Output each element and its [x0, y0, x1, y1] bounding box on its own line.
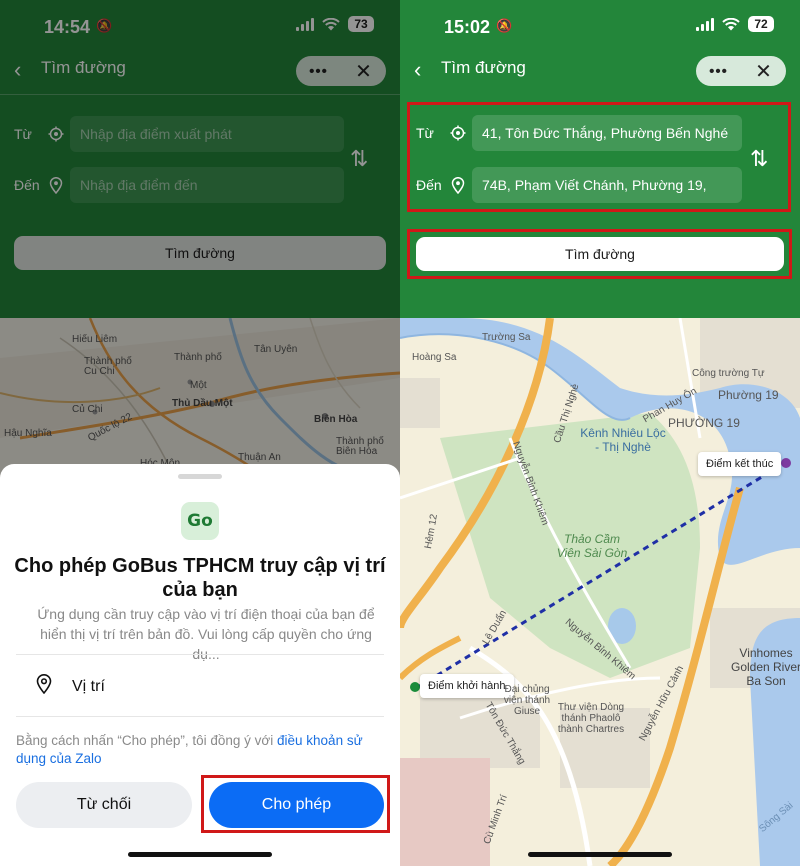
map-label: Công trường Tự — [692, 368, 765, 379]
right-screen: 15:02 🔕 72 ‹ Tìm đường ••• ✕ Từ 41, Tôn … — [400, 0, 800, 866]
terms-prefix: Bằng cách nhấn “Cho phép”, tôi đồng ý vớ… — [16, 733, 278, 748]
home-indicator — [128, 852, 272, 857]
map-view[interactable]: Trường Sa Hoàng Sa Cầu Thị Nghè Phan Huy… — [400, 318, 800, 866]
map-label: Kênh Nhiêu Lộc - Thị Nghè — [580, 426, 666, 454]
status-time: 15:02 — [444, 17, 491, 37]
destination-marker-label[interactable]: Điểm kết thúc — [698, 452, 782, 476]
map-label: Trường Sa — [482, 332, 531, 343]
divider — [16, 716, 384, 717]
map-label: Đại chủng viện thánh Giuse — [503, 684, 551, 717]
bell-muted-icon: 🔕 — [496, 18, 513, 33]
map-label: Thư viện Dòng thánh Phaolô thành Chartre… — [557, 702, 625, 735]
permission-item-location: Vị trí — [36, 674, 105, 699]
sheet-description: Ứng dụng cần truy cập vào vị trí điện th… — [37, 606, 375, 662]
highlight-inputs — [407, 102, 791, 212]
divider — [16, 654, 384, 655]
terms-text: Bằng cách nhấn “Cho phép”, tôi đồng ý vớ… — [16, 732, 388, 768]
close-icon[interactable]: ✕ — [741, 59, 786, 84]
highlight-allow — [201, 775, 390, 833]
left-screen: 14:54 🔕 73 ‹ Tìm đường ••• ✕ Từ Nhập địa… — [0, 0, 400, 866]
signal-icon — [696, 17, 714, 31]
header: 15:02 🔕 72 ‹ Tìm đường ••• ✕ Từ 41, Tôn … — [400, 0, 800, 318]
deny-button[interactable]: Từ chối — [16, 782, 192, 828]
map-label: PHƯỜNG 19 — [668, 416, 740, 430]
map-label: Phường 19 — [718, 388, 779, 402]
map-label: Hoàng Sa — [412, 352, 457, 363]
more-dots-icon[interactable]: ••• — [696, 63, 741, 80]
mini-app-capsule: ••• ✕ — [696, 56, 786, 86]
back-chevron-icon[interactable]: ‹ — [414, 57, 421, 83]
location-pin-icon — [36, 674, 52, 699]
sheet-title: Cho phép GoBus TPHCM truy cập vị trí của… — [14, 555, 386, 601]
status-bar: 15:02 🔕 72 — [400, 0, 800, 50]
highlight-search — [407, 229, 792, 279]
gobus-logo: Go — [181, 502, 219, 540]
permission-label: Vị trí — [72, 677, 105, 695]
map-label: Vinhomes Golden River Ba Son — [730, 646, 800, 688]
nav-bar: ‹ Tìm đường ••• ✕ — [400, 48, 800, 94]
battery-level: 72 — [748, 16, 774, 32]
wifi-icon — [722, 17, 740, 31]
map-label: Thảo Cầm Viên Sài Gòn — [556, 532, 628, 560]
sheet-handle[interactable] — [178, 474, 222, 479]
page-title: Tìm đường — [441, 58, 526, 77]
home-indicator — [528, 852, 672, 857]
